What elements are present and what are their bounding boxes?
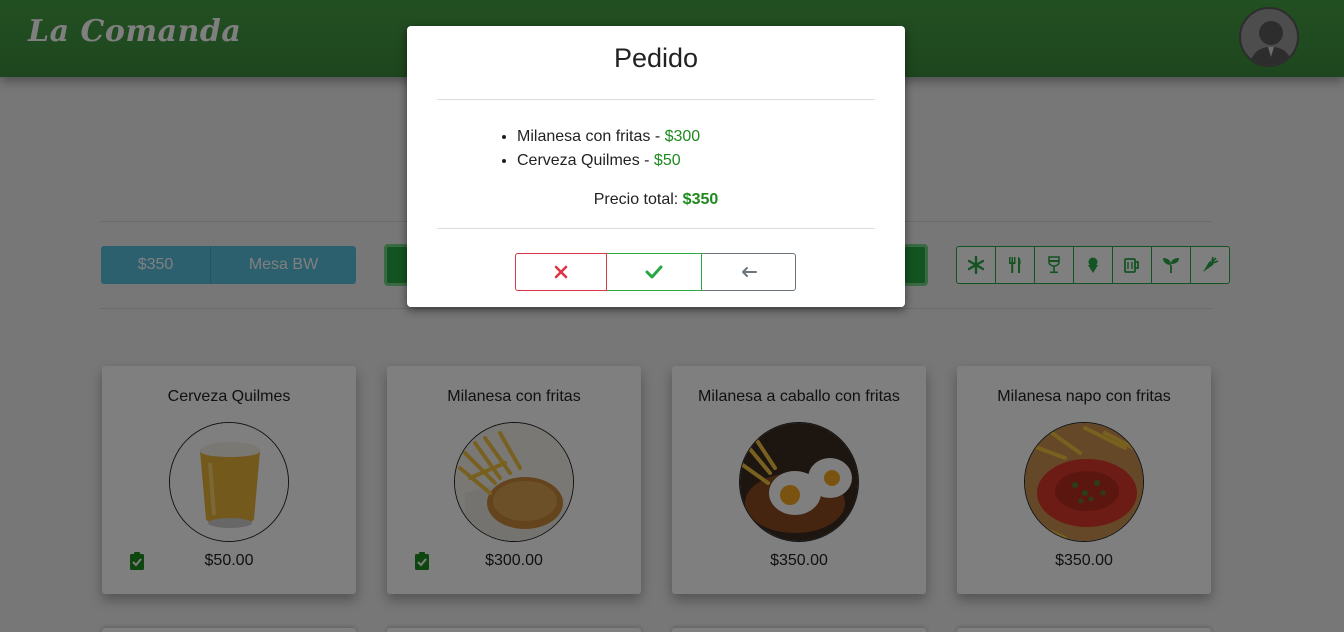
order-item-name: Milanesa con fritas [517,128,651,145]
confirm-order-button[interactable] [607,253,702,291]
order-total: Precio total: $350 [407,191,905,209]
order-item-price: $300 [664,128,701,145]
back-button[interactable] [702,253,796,291]
order-item-separator: - [650,128,665,145]
total-label: Precio total: [593,191,679,208]
modal-title: Pedido [613,43,699,73]
order-item-name: Cerveza Quilmes [517,152,640,169]
modal-divider [437,99,875,100]
cancel-order-button[interactable] [515,253,607,291]
modal-divider [437,228,875,229]
modal-actions [515,253,796,291]
order-items-list: Milanesa con fritas - $300 Cerveza Quilm… [517,125,700,173]
arrow-left-icon [741,267,757,277]
check-icon [645,265,663,279]
total-value: $350 [682,191,719,208]
order-modal: Pedido Milanesa con fritas - $300 Cervez… [407,26,905,307]
order-item: Milanesa con fritas - $300 [517,125,700,149]
order-item-price: $50 [653,152,681,169]
order-item: Cerveza Quilmes - $50 [517,149,700,173]
order-item-separator: - [639,152,654,169]
close-icon [554,265,568,279]
